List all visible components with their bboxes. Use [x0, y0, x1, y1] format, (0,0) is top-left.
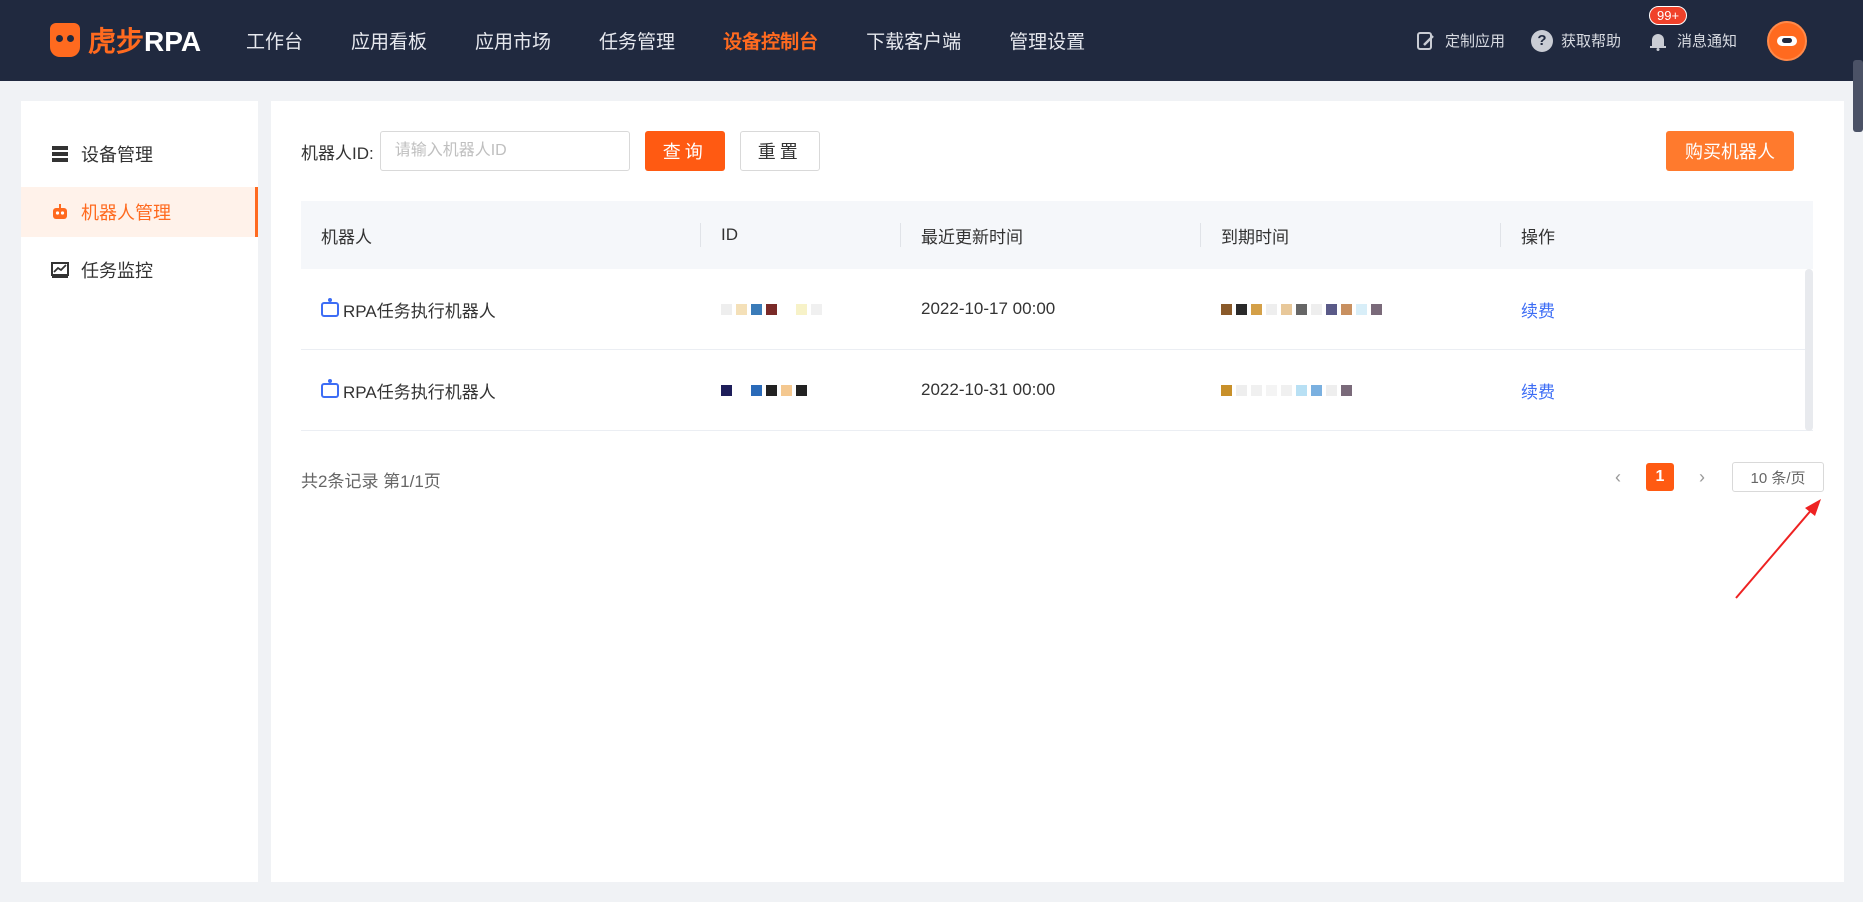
page-size-select[interactable]: 10 条/页 — [1732, 462, 1824, 492]
notification-button[interactable]: 99+ 消息通知 — [1647, 5, 1737, 52]
nav-admin-settings[interactable]: 管理设置 — [1009, 27, 1085, 54]
action-cell: 续费 — [1501, 269, 1813, 350]
pagination: ‹ 1 › 10 条/页 — [1604, 462, 1824, 492]
notification-label: 消息通知 — [1676, 33, 1737, 50]
top-navbar: 虎步RPA 工作台 应用看板 应用市场 任务管理 设备控制台 下载客户端 管理设… — [0, 0, 1863, 132]
table-row: RPA任务执行机器人 2022-10-17 00:00 续费 — [301, 269, 1813, 350]
server-icon — [51, 145, 69, 163]
redacted-expiry — [1221, 384, 1352, 396]
help-icon: ? — [1530, 29, 1553, 52]
redacted-expiry — [1221, 303, 1382, 315]
col-header-robot: 机器人 — [301, 201, 701, 269]
logo[interactable]: 虎步RPA — [50, 20, 201, 60]
updated-cell: 2022-10-31 00:00 — [921, 380, 1056, 399]
chart-icon — [51, 261, 69, 279]
buy-robot-button[interactable]: 购买机器人 — [1666, 131, 1794, 171]
query-button[interactable]: 查询 — [644, 131, 725, 171]
id-cell-redacted — [701, 350, 901, 431]
robot-id-input[interactable] — [379, 131, 630, 171]
col-header-action: 操作 — [1521, 227, 1555, 247]
table-scrollbar[interactable] — [1805, 269, 1813, 431]
help-button[interactable]: ? 获取帮助 — [1530, 29, 1621, 52]
robot-cell: RPA任务执行机器人 — [301, 350, 701, 431]
nav-app-dashboard[interactable]: 应用看板 — [351, 27, 427, 54]
filter-bar: 机器人ID: 查询 重置 — [301, 131, 820, 171]
sidebar-item-label: 机器人管理 — [81, 203, 171, 223]
custom-app-label: 定制应用 — [1444, 33, 1505, 50]
page-number-button[interactable]: 1 — [1646, 463, 1674, 491]
col-header-updated: 最近更新时间 — [901, 201, 1201, 269]
nav-workbench[interactable]: 工作台 — [246, 27, 303, 54]
col-header-id: ID — [701, 201, 901, 269]
robot-name: RPA任务执行机器人 — [343, 382, 496, 402]
window-scroll-handle[interactable] — [1853, 60, 1863, 132]
sidebar: 设备管理 机器人管理 任务监控 — [21, 101, 258, 882]
redacted-id — [721, 303, 822, 315]
sidebar-item-robot-management[interactable]: 机器人管理 — [21, 187, 258, 237]
robot-cell: RPA任务执行机器人 — [301, 269, 701, 350]
redacted-id — [721, 384, 807, 396]
sidebar-item-device-management[interactable]: 设备管理 — [21, 129, 258, 179]
table-header: 机器人 ID 最近更新时间 到期时间 操作 — [301, 201, 1813, 269]
next-page-button[interactable]: › — [1688, 463, 1716, 491]
nav-task-management[interactable]: 任务管理 — [599, 27, 675, 54]
record-summary: 共2条记录 第1/1页 — [301, 472, 441, 491]
main-nav: 工作台 应用看板 应用市场 任务管理 设备控制台 下载客户端 管理设置 — [246, 0, 1133, 81]
table-row: RPA任务执行机器人 2022-10-31 00:00 续费 — [301, 350, 1813, 431]
nav-device-console[interactable]: 设备控制台 — [723, 27, 818, 54]
tiger-logo-icon — [50, 23, 80, 57]
id-cell-redacted — [701, 269, 901, 350]
robot-table: 机器人 ID 最近更新时间 到期时间 操作 RPA任务执行机器人 2022-10… — [301, 201, 1813, 431]
expiry-cell-redacted — [1201, 269, 1501, 350]
expiry-cell-redacted — [1201, 350, 1501, 431]
edit-doc-icon — [1415, 30, 1437, 52]
notification-badge: 99+ — [1648, 5, 1688, 25]
robot-icon — [51, 203, 69, 221]
robot-id-label: 机器人ID: — [301, 143, 374, 163]
user-avatar[interactable] — [1767, 20, 1807, 61]
prev-page-button[interactable]: ‹ — [1604, 463, 1632, 491]
renew-link[interactable]: 续费 — [1521, 297, 1555, 322]
updated-cell: 2022-10-17 00:00 — [921, 299, 1056, 318]
robot-icon — [321, 297, 339, 317]
sidebar-item-label: 任务监控 — [81, 261, 153, 281]
nav-download-client[interactable]: 下载客户端 — [866, 27, 961, 54]
nav-app-market[interactable]: 应用市场 — [475, 27, 551, 54]
reset-button[interactable]: 重置 — [739, 131, 820, 171]
logo-text: 虎步RPA — [88, 26, 202, 57]
bell-icon — [1647, 30, 1669, 52]
custom-app-button[interactable]: 定制应用 — [1415, 30, 1505, 52]
sidebar-item-task-monitoring[interactable]: 任务监控 — [21, 245, 258, 295]
robot-name: RPA任务执行机器人 — [343, 301, 496, 321]
annotation-arrow-icon — [1735, 499, 1821, 599]
col-header-expiry: 到期时间 — [1201, 201, 1501, 269]
sidebar-item-label: 设备管理 — [81, 145, 153, 165]
renew-link[interactable]: 续费 — [1521, 378, 1555, 403]
robot-icon — [321, 378, 339, 398]
action-cell: 续费 — [1501, 350, 1813, 431]
header-actions: 定制应用 ? 获取帮助 99+ 消息通知 — [1389, 0, 1807, 81]
main-panel: 机器人ID: 查询 重置 购买机器人 机器人 ID 最近更新时间 到期时间 操作… — [271, 101, 1844, 882]
help-label: 获取帮助 — [1560, 33, 1621, 50]
